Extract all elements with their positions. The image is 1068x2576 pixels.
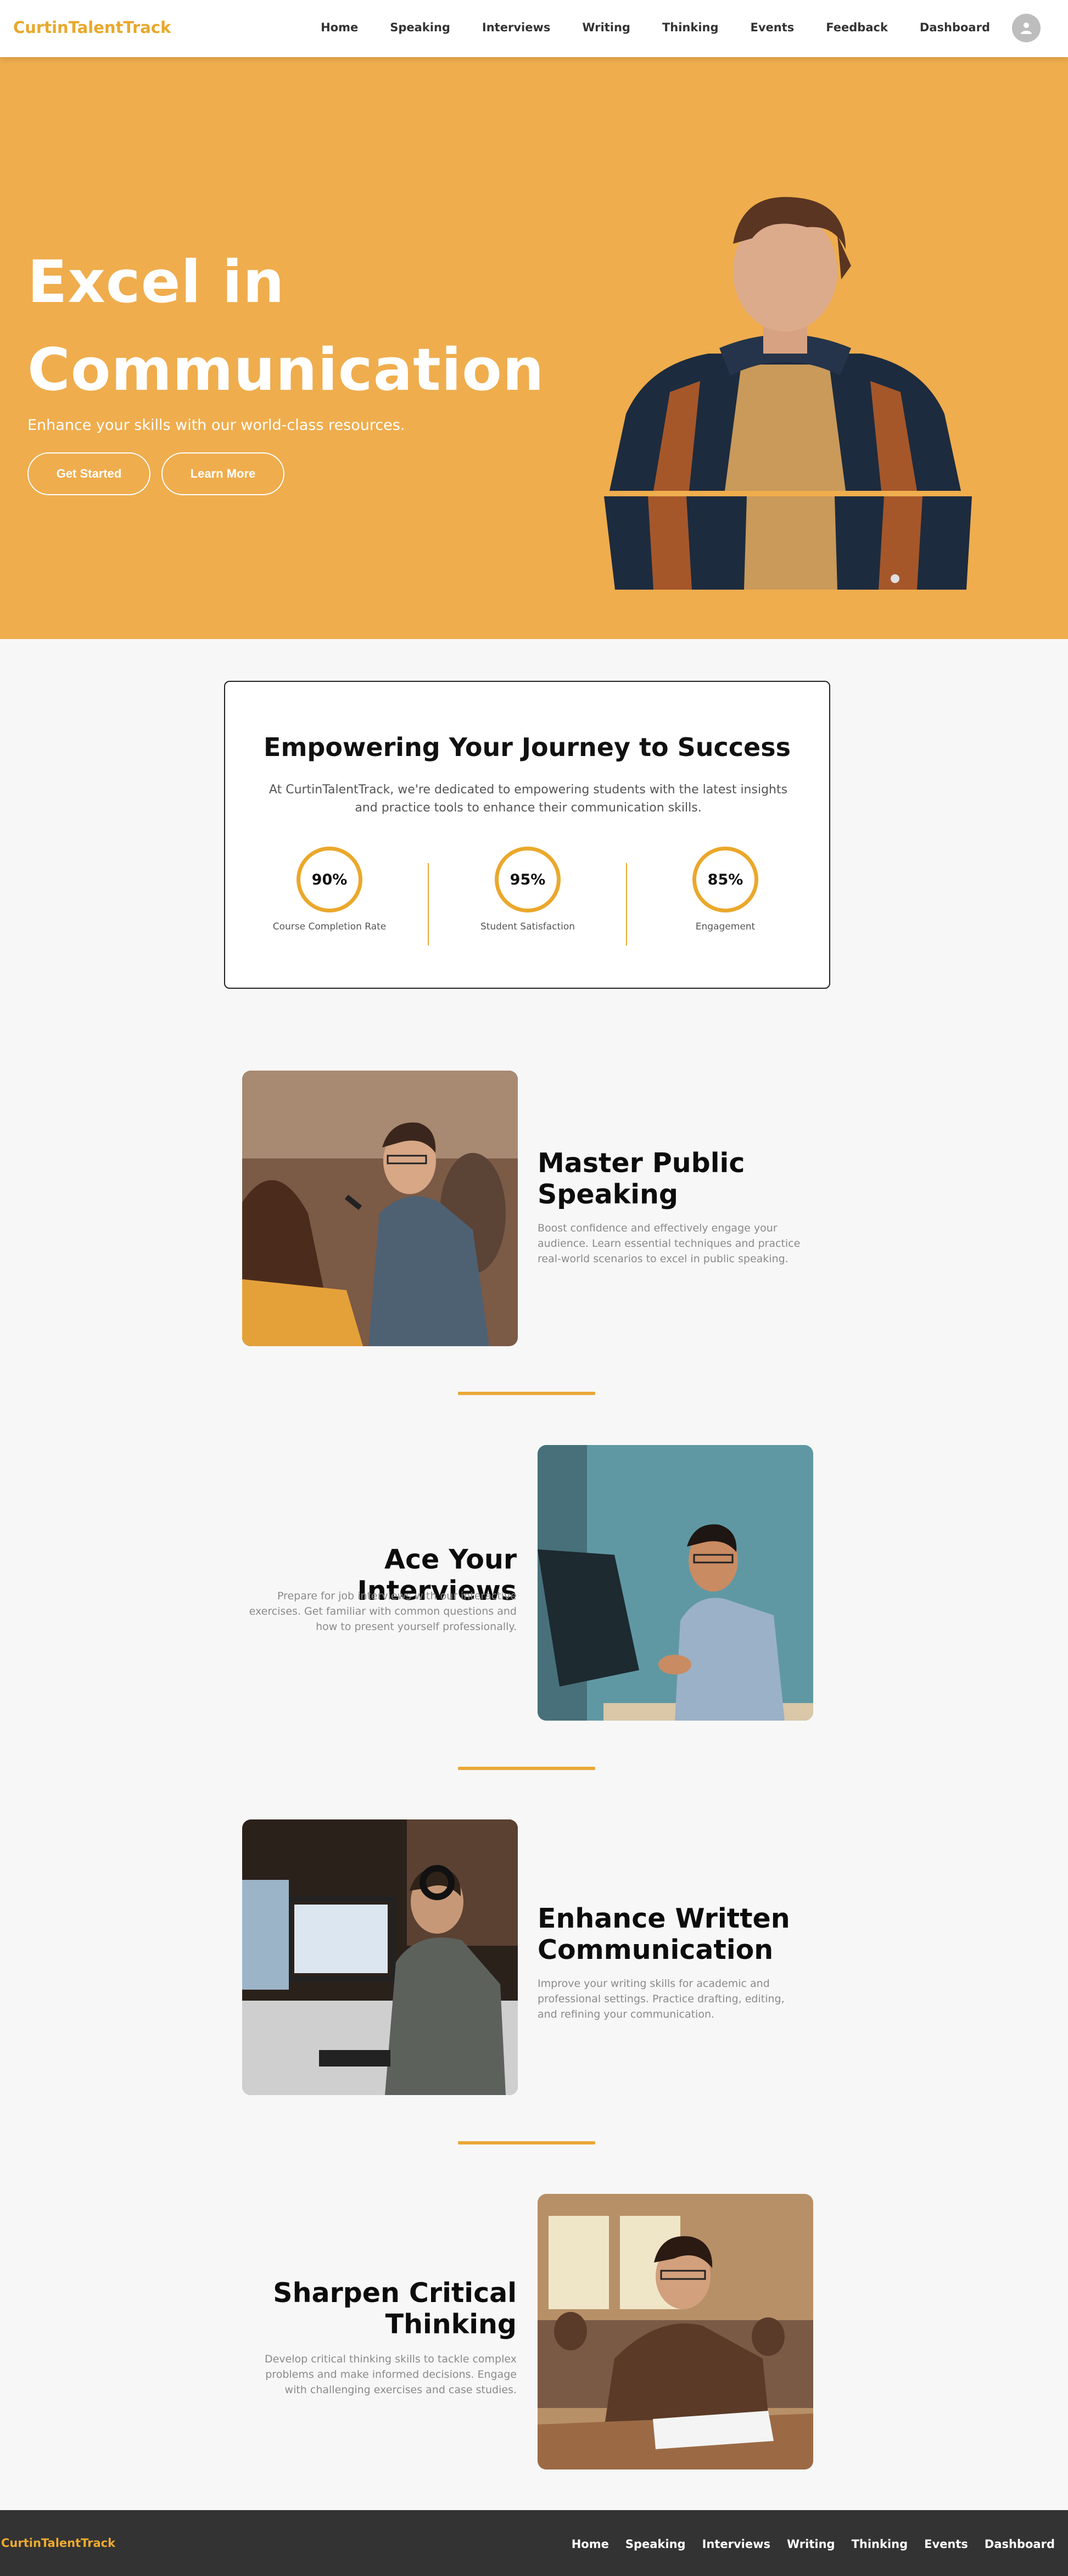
footer-link-thinking[interactable]: Thinking bbox=[852, 2538, 908, 2551]
feature-description-thinking: Develop critical thinking skills to tack… bbox=[264, 2353, 517, 2396]
feature-description-interviews: Prepare for job interviews with our inte… bbox=[249, 1590, 517, 1633]
nav-link-home[interactable]: Home bbox=[321, 21, 358, 34]
nav-links: Home Speaking Interviews Writing Thinkin… bbox=[289, 21, 990, 34]
nav-link-feedback[interactable]: Feedback bbox=[826, 21, 888, 34]
nav-link-writing[interactable]: Writing bbox=[582, 21, 630, 34]
stat-label: Course Completion Rate bbox=[272, 921, 387, 932]
footer-links: Home Speaking Interviews Writing Thinkin… bbox=[555, 2538, 1055, 2551]
mission-description: At CurtinTalentTrack, we're dedicated to… bbox=[269, 783, 788, 815]
footer-link-dashboard[interactable]: Dashboard bbox=[985, 2538, 1055, 2551]
feature-title-thinking: Sharpen Critical Thinking bbox=[273, 2277, 517, 2340]
feature-description-writing: Improve your writing skills for academic… bbox=[538, 1978, 785, 2020]
interviews-image bbox=[538, 1445, 813, 1721]
stat-divider bbox=[626, 863, 627, 945]
hero-title-line-1: Excel in bbox=[27, 248, 285, 316]
nav-link-dashboard[interactable]: Dashboard bbox=[920, 21, 990, 34]
footer-link-home[interactable]: Home bbox=[572, 2538, 609, 2551]
stat-completion: 90% Course Completion Rate bbox=[247, 847, 412, 932]
footer-link-writing[interactable]: Writing bbox=[787, 2538, 835, 2551]
footer-link-speaking[interactable]: Speaking bbox=[625, 2538, 686, 2551]
hero-title-line-2: Communication bbox=[27, 336, 545, 404]
site-footer: CurtinTalentTrack Home Speaking Intervie… bbox=[0, 2510, 1068, 2576]
stat-ring: 85% bbox=[692, 847, 758, 912]
feature-title-speaking: Master Public Speaking bbox=[538, 1147, 745, 1210]
nav-link-events[interactable]: Events bbox=[751, 21, 795, 34]
nav-link-speaking[interactable]: Speaking bbox=[390, 21, 450, 34]
learn-more-button[interactable]: Learn More bbox=[161, 452, 284, 495]
stat-engagement: 85% Engagement bbox=[643, 847, 808, 932]
section-divider bbox=[458, 2141, 595, 2144]
section-divider bbox=[458, 1767, 595, 1770]
feature-title-writing: Enhance Written Communication bbox=[538, 1903, 790, 1965]
hero-section: Excel in Communication Enhance your skil… bbox=[0, 57, 1068, 639]
user-icon bbox=[1021, 23, 1032, 34]
feature-description-speaking: Boost confidence and effectively engage … bbox=[538, 1222, 801, 1265]
user-avatar[interactable] bbox=[1012, 14, 1041, 42]
mission-card: Empowering Your Journey to Success At Cu… bbox=[224, 681, 830, 989]
nav-link-interviews[interactable]: Interviews bbox=[482, 21, 550, 34]
stat-satisfaction: 95% Student Satisfaction bbox=[445, 847, 610, 932]
footer-brand[interactable]: CurtinTalentTrack bbox=[1, 2536, 115, 2550]
public-speaking-image bbox=[242, 1071, 518, 1346]
brand-logo[interactable]: CurtinTalentTrack bbox=[13, 18, 171, 37]
footer-link-interviews[interactable]: Interviews bbox=[702, 2538, 770, 2551]
stat-ring: 95% bbox=[495, 847, 561, 912]
stat-divider bbox=[428, 863, 429, 945]
nav-link-thinking[interactable]: Thinking bbox=[662, 21, 719, 34]
stat-label: Student Satisfaction bbox=[480, 921, 575, 932]
hero-title: Excel in Communication bbox=[27, 238, 577, 414]
stat-ring: 90% bbox=[297, 847, 362, 912]
hero-subtitle: Enhance your skills with our world-class… bbox=[27, 417, 405, 434]
critical-thinking-image bbox=[538, 2194, 813, 2469]
section-divider bbox=[458, 1392, 595, 1395]
footer-link-events[interactable]: Events bbox=[924, 2538, 968, 2551]
hero-student-image bbox=[604, 197, 972, 590]
get-started-button[interactable]: Get Started bbox=[27, 452, 150, 495]
writing-image bbox=[242, 1819, 518, 2095]
top-navbar: CurtinTalentTrack Home Speaking Intervie… bbox=[0, 0, 1068, 57]
mission-title: Empowering Your Journey to Success bbox=[264, 732, 791, 762]
stat-label: Engagement bbox=[695, 921, 756, 932]
